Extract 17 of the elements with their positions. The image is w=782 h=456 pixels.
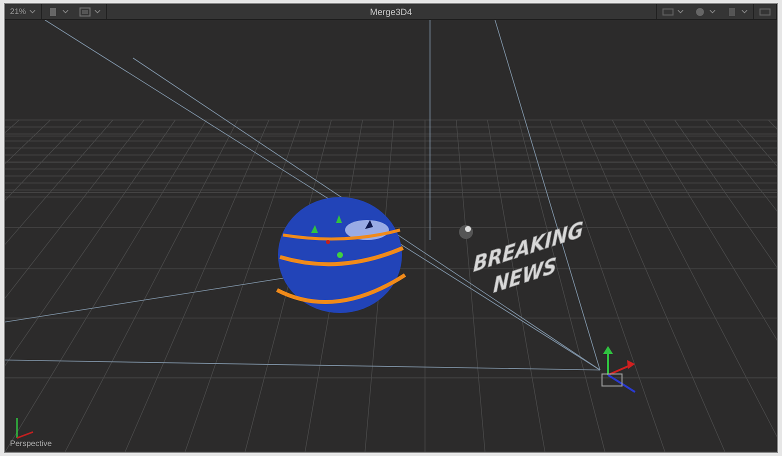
caret-icon (62, 9, 70, 14)
light-sphere-drawing (459, 225, 473, 239)
zoom-dropdown[interactable]: 21% (5, 4, 42, 19)
axis-indicator-icon (16, 418, 34, 439)
monitor-icon (759, 6, 771, 16)
caret-icon (741, 9, 748, 14)
caret-icon (709, 9, 716, 14)
sphere-icon (694, 6, 706, 16)
caret-icon (94, 9, 102, 14)
frame-icon (79, 6, 92, 16)
monitor-icon (662, 6, 674, 16)
caret-icon (677, 9, 684, 14)
caret-icon (29, 9, 36, 14)
bar-icon (726, 6, 738, 16)
view-label: Perspective (10, 439, 52, 448)
transform-gizmo-drawing (602, 346, 636, 393)
viewer-title: Merge3D4 (370, 6, 412, 16)
